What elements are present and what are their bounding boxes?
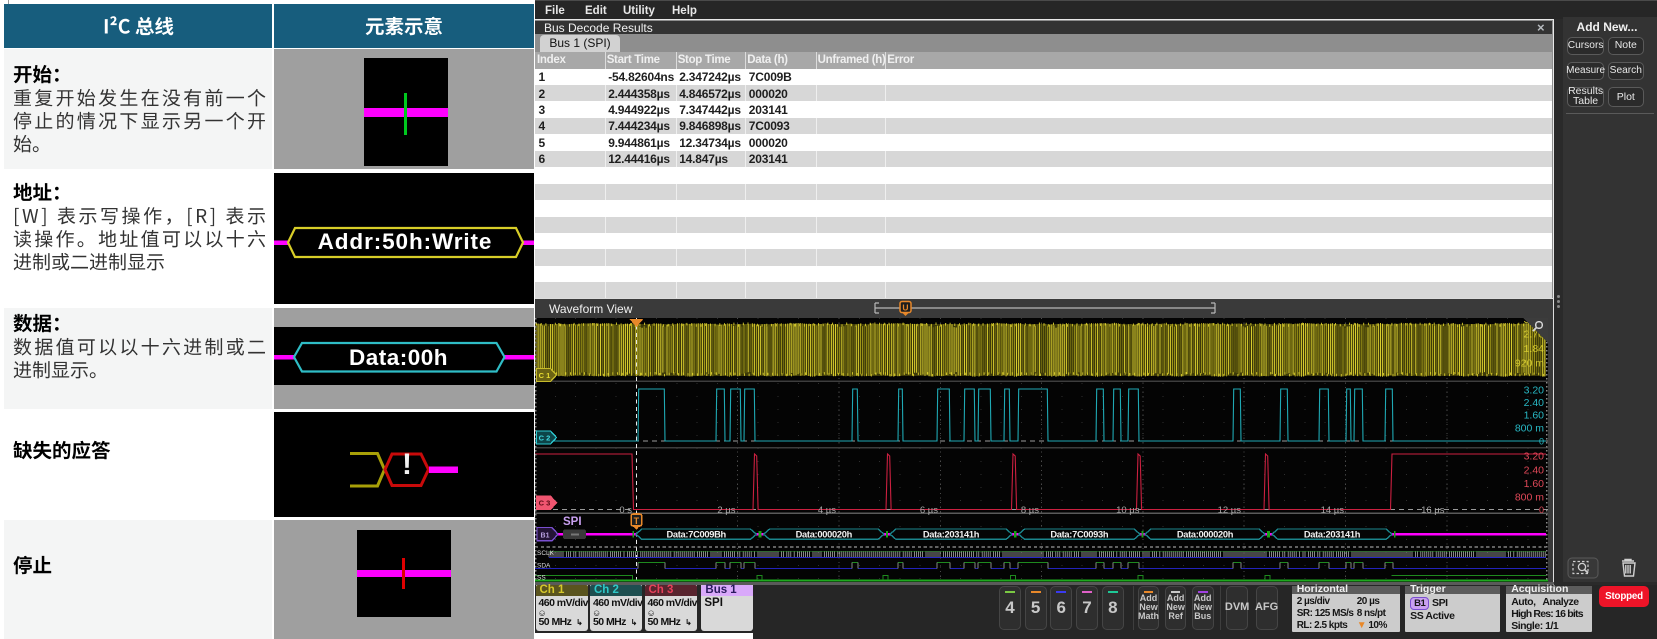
svg-text:SDA: SDA [537,563,551,570]
svg-text:2.40: 2.40 [1524,465,1545,477]
svg-text:1.60: 1.60 [1524,410,1545,422]
svg-text:2.40: 2.40 [1524,397,1545,409]
svg-text:14 µs: 14 µs [1321,505,1345,516]
svg-text:4 µs: 4 µs [818,505,836,516]
svg-text:C 2: C 2 [539,433,551,442]
svg-text:920 m: 920 m [1515,358,1544,370]
svg-text:Data:7C0093h: Data:7C0093h [1050,530,1109,540]
svg-text:Data:000020h: Data:000020h [796,530,853,540]
svg-text:0 s: 0 s [619,505,632,516]
svg-text:0: 0 [1539,437,1544,447]
svg-text:12 µs: 12 µs [1218,505,1242,516]
svg-text:3.20: 3.20 [1524,385,1545,397]
svg-text:8 µs: 8 µs [1021,505,1039,516]
svg-text:SCLK: SCLK [537,550,555,557]
svg-text:C 1: C 1 [539,371,551,380]
svg-text:16 µs: 16 µs [1421,505,1445,516]
svg-text:C 3: C 3 [539,499,551,508]
svg-text:Data:7C009Bh: Data:7C009Bh [666,530,726,540]
svg-text:800 m: 800 m [1515,492,1544,504]
svg-text:2 µs: 2 µs [717,505,735,516]
svg-text:800 m: 800 m [1515,423,1544,435]
svg-text:SPI: SPI [563,516,582,528]
svg-text:1.84: 1.84 [1524,343,1545,355]
svg-text:1.60: 1.60 [1524,478,1545,490]
svg-text:10 µs: 10 µs [1116,505,1140,516]
svg-text:T: T [634,516,640,526]
svg-text:Data:000020h: Data:000020h [1177,530,1234,540]
svg-text:6 µs: 6 µs [920,505,938,516]
svg-text:0: 0 [1539,505,1544,515]
svg-text:Data:203141h: Data:203141h [1304,530,1361,540]
svg-text:3.20: 3.20 [1524,451,1545,463]
svg-text:SS: SS [537,575,546,582]
svg-text:U: U [902,303,908,313]
svg-text:Data:203141h: Data:203141h [923,530,980,540]
svg-text:B1: B1 [541,532,550,539]
